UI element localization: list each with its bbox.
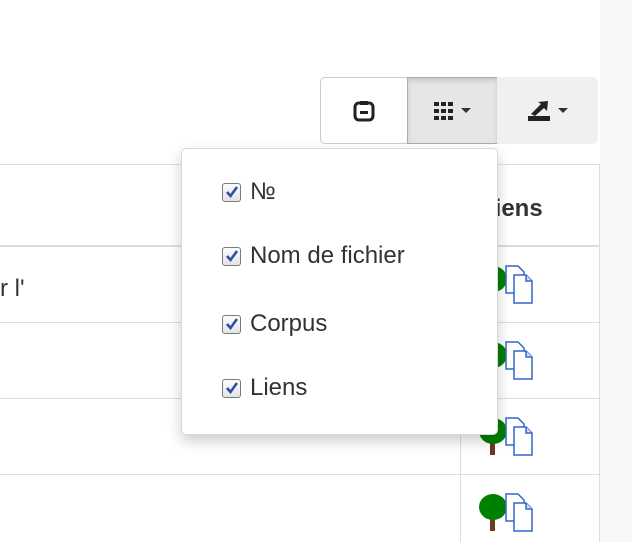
columns-dropdown-button[interactable] xyxy=(407,77,498,144)
checkmark-icon xyxy=(225,186,238,199)
refresh-icon xyxy=(353,100,375,121)
checkbox-checked[interactable] xyxy=(222,182,241,202)
export-icon xyxy=(528,100,550,121)
checkmark-icon xyxy=(225,382,238,395)
column-toggle-filename[interactable]: Nom de fichier xyxy=(222,241,405,271)
chevron-down-icon xyxy=(461,108,471,113)
columns-dropdown-menu: № Nom de fichier Corpus Liens xyxy=(181,148,498,435)
checkbox-checked[interactable] xyxy=(222,246,241,266)
table-toolbar xyxy=(320,77,598,144)
document-icon[interactable] xyxy=(505,417,533,456)
tree-icon[interactable] xyxy=(479,494,507,531)
column-toggle-label: Nom de fichier xyxy=(250,242,405,269)
checkmark-icon xyxy=(225,318,238,331)
chevron-down-icon xyxy=(558,108,568,113)
column-toggle-corpus[interactable]: Corpus xyxy=(222,309,327,339)
columns-grid-icon xyxy=(434,101,453,120)
document-icon[interactable] xyxy=(505,341,533,380)
export-dropdown-button[interactable] xyxy=(497,77,598,144)
document-icon[interactable] xyxy=(505,265,533,304)
refresh-button[interactable] xyxy=(320,77,408,144)
checkbox-checked[interactable] xyxy=(222,378,241,398)
column-toggle-label: Corpus xyxy=(250,310,328,337)
column-toggle-label: № xyxy=(250,178,276,205)
column-toggle-number[interactable]: № xyxy=(222,177,276,207)
checkbox-checked[interactable] xyxy=(222,314,241,334)
column-toggle-label: Liens xyxy=(250,374,308,401)
column-toggle-liens[interactable]: Liens xyxy=(222,373,307,403)
table-row xyxy=(0,475,600,542)
table-cell-filename: r l' xyxy=(0,275,25,302)
checkmark-icon xyxy=(225,250,238,263)
right-panel-background xyxy=(600,0,632,542)
table-cell-links xyxy=(476,491,556,533)
document-icon[interactable] xyxy=(505,493,533,532)
